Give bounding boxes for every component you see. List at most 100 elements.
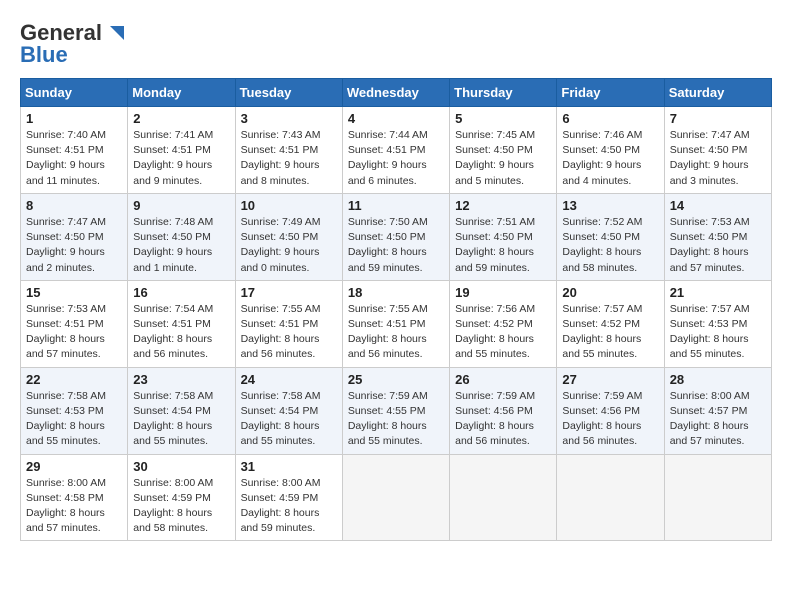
calendar-cell: 19 Sunrise: 7:56 AMSunset: 4:52 PMDaylig…: [450, 280, 557, 367]
day-number: 15: [26, 285, 122, 300]
calendar-cell: 22 Sunrise: 7:58 AMSunset: 4:53 PMDaylig…: [21, 367, 128, 454]
calendar-cell: 8 Sunrise: 7:47 AMSunset: 4:50 PMDayligh…: [21, 193, 128, 280]
day-info: Sunrise: 7:55 AMSunset: 4:51 PMDaylight:…: [241, 303, 321, 361]
calendar-cell: [450, 454, 557, 541]
day-number: 30: [133, 459, 229, 474]
day-number: 4: [348, 111, 444, 126]
calendar-cell: 3 Sunrise: 7:43 AMSunset: 4:51 PMDayligh…: [235, 107, 342, 194]
weekday-header-tuesday: Tuesday: [235, 79, 342, 107]
calendar-week-2: 8 Sunrise: 7:47 AMSunset: 4:50 PMDayligh…: [21, 193, 772, 280]
day-number: 3: [241, 111, 337, 126]
day-info: Sunrise: 7:54 AMSunset: 4:51 PMDaylight:…: [133, 303, 213, 361]
calendar-body: 1 Sunrise: 7:40 AMSunset: 4:51 PMDayligh…: [21, 107, 772, 541]
day-info: Sunrise: 7:59 AMSunset: 4:56 PMDaylight:…: [455, 390, 535, 448]
day-info: Sunrise: 7:49 AMSunset: 4:50 PMDaylight:…: [241, 216, 321, 274]
day-info: Sunrise: 7:51 AMSunset: 4:50 PMDaylight:…: [455, 216, 535, 274]
day-info: Sunrise: 7:58 AMSunset: 4:53 PMDaylight:…: [26, 390, 106, 448]
calendar-cell: 23 Sunrise: 7:58 AMSunset: 4:54 PMDaylig…: [128, 367, 235, 454]
day-info: Sunrise: 7:41 AMSunset: 4:51 PMDaylight:…: [133, 129, 213, 187]
calendar-cell: 12 Sunrise: 7:51 AMSunset: 4:50 PMDaylig…: [450, 193, 557, 280]
weekday-header-thursday: Thursday: [450, 79, 557, 107]
calendar-cell: [342, 454, 449, 541]
day-number: 10: [241, 198, 337, 213]
weekday-header-wednesday: Wednesday: [342, 79, 449, 107]
day-number: 5: [455, 111, 551, 126]
calendar-cell: 21 Sunrise: 7:57 AMSunset: 4:53 PMDaylig…: [664, 280, 771, 367]
day-info: Sunrise: 7:58 AMSunset: 4:54 PMDaylight:…: [133, 390, 213, 448]
day-info: Sunrise: 8:00 AMSunset: 4:57 PMDaylight:…: [670, 390, 750, 448]
day-info: Sunrise: 8:00 AMSunset: 4:58 PMDaylight:…: [26, 477, 106, 535]
day-info: Sunrise: 7:50 AMSunset: 4:50 PMDaylight:…: [348, 216, 428, 274]
calendar-cell: 7 Sunrise: 7:47 AMSunset: 4:50 PMDayligh…: [664, 107, 771, 194]
calendar-cell: [664, 454, 771, 541]
day-info: Sunrise: 7:53 AMSunset: 4:51 PMDaylight:…: [26, 303, 106, 361]
calendar-cell: 13 Sunrise: 7:52 AMSunset: 4:50 PMDaylig…: [557, 193, 664, 280]
day-number: 22: [26, 372, 122, 387]
calendar-cell: 20 Sunrise: 7:57 AMSunset: 4:52 PMDaylig…: [557, 280, 664, 367]
calendar-cell: 10 Sunrise: 7:49 AMSunset: 4:50 PMDaylig…: [235, 193, 342, 280]
day-number: 24: [241, 372, 337, 387]
day-number: 18: [348, 285, 444, 300]
day-number: 19: [455, 285, 551, 300]
page-header: General Blue: [20, 20, 772, 68]
day-number: 27: [562, 372, 658, 387]
day-number: 23: [133, 372, 229, 387]
calendar-week-3: 15 Sunrise: 7:53 AMSunset: 4:51 PMDaylig…: [21, 280, 772, 367]
day-number: 11: [348, 198, 444, 213]
calendar-week-5: 29 Sunrise: 8:00 AMSunset: 4:58 PMDaylig…: [21, 454, 772, 541]
calendar-cell: 2 Sunrise: 7:41 AMSunset: 4:51 PMDayligh…: [128, 107, 235, 194]
day-number: 31: [241, 459, 337, 474]
calendar-cell: 30 Sunrise: 8:00 AMSunset: 4:59 PMDaylig…: [128, 454, 235, 541]
logo-blue: Blue: [20, 42, 68, 68]
day-number: 17: [241, 285, 337, 300]
day-number: 13: [562, 198, 658, 213]
day-number: 14: [670, 198, 766, 213]
calendar-cell: 27 Sunrise: 7:59 AMSunset: 4:56 PMDaylig…: [557, 367, 664, 454]
calendar-cell: 18 Sunrise: 7:55 AMSunset: 4:51 PMDaylig…: [342, 280, 449, 367]
calendar-table: SundayMondayTuesdayWednesdayThursdayFrid…: [20, 78, 772, 541]
day-number: 28: [670, 372, 766, 387]
day-info: Sunrise: 7:59 AMSunset: 4:55 PMDaylight:…: [348, 390, 428, 448]
day-info: Sunrise: 7:48 AMSunset: 4:50 PMDaylight:…: [133, 216, 213, 274]
calendar-cell: 28 Sunrise: 8:00 AMSunset: 4:57 PMDaylig…: [664, 367, 771, 454]
day-number: 7: [670, 111, 766, 126]
calendar-cell: 16 Sunrise: 7:54 AMSunset: 4:51 PMDaylig…: [128, 280, 235, 367]
day-info: Sunrise: 7:45 AMSunset: 4:50 PMDaylight:…: [455, 129, 535, 187]
calendar-week-4: 22 Sunrise: 7:58 AMSunset: 4:53 PMDaylig…: [21, 367, 772, 454]
day-info: Sunrise: 7:55 AMSunset: 4:51 PMDaylight:…: [348, 303, 428, 361]
calendar-header-row: SundayMondayTuesdayWednesdayThursdayFrid…: [21, 79, 772, 107]
logo-icon: [104, 22, 126, 44]
logo: General Blue: [20, 20, 126, 68]
day-info: Sunrise: 7:52 AMSunset: 4:50 PMDaylight:…: [562, 216, 642, 274]
calendar-cell: 1 Sunrise: 7:40 AMSunset: 4:51 PMDayligh…: [21, 107, 128, 194]
calendar-cell: 25 Sunrise: 7:59 AMSunset: 4:55 PMDaylig…: [342, 367, 449, 454]
day-number: 21: [670, 285, 766, 300]
day-info: Sunrise: 7:47 AMSunset: 4:50 PMDaylight:…: [26, 216, 106, 274]
calendar-cell: 11 Sunrise: 7:50 AMSunset: 4:50 PMDaylig…: [342, 193, 449, 280]
day-number: 12: [455, 198, 551, 213]
day-info: Sunrise: 7:56 AMSunset: 4:52 PMDaylight:…: [455, 303, 535, 361]
calendar-cell: 14 Sunrise: 7:53 AMSunset: 4:50 PMDaylig…: [664, 193, 771, 280]
day-number: 20: [562, 285, 658, 300]
weekday-header-monday: Monday: [128, 79, 235, 107]
weekday-header-saturday: Saturday: [664, 79, 771, 107]
day-info: Sunrise: 7:46 AMSunset: 4:50 PMDaylight:…: [562, 129, 642, 187]
day-info: Sunrise: 7:57 AMSunset: 4:52 PMDaylight:…: [562, 303, 642, 361]
calendar-cell: 5 Sunrise: 7:45 AMSunset: 4:50 PMDayligh…: [450, 107, 557, 194]
day-info: Sunrise: 7:59 AMSunset: 4:56 PMDaylight:…: [562, 390, 642, 448]
day-info: Sunrise: 7:40 AMSunset: 4:51 PMDaylight:…: [26, 129, 106, 187]
day-info: Sunrise: 7:57 AMSunset: 4:53 PMDaylight:…: [670, 303, 750, 361]
calendar-cell: 26 Sunrise: 7:59 AMSunset: 4:56 PMDaylig…: [450, 367, 557, 454]
day-number: 6: [562, 111, 658, 126]
day-number: 1: [26, 111, 122, 126]
calendar-cell: 17 Sunrise: 7:55 AMSunset: 4:51 PMDaylig…: [235, 280, 342, 367]
day-number: 2: [133, 111, 229, 126]
calendar-cell: 24 Sunrise: 7:58 AMSunset: 4:54 PMDaylig…: [235, 367, 342, 454]
weekday-header-sunday: Sunday: [21, 79, 128, 107]
calendar-week-1: 1 Sunrise: 7:40 AMSunset: 4:51 PMDayligh…: [21, 107, 772, 194]
calendar-cell: 6 Sunrise: 7:46 AMSunset: 4:50 PMDayligh…: [557, 107, 664, 194]
calendar-cell: 31 Sunrise: 8:00 AMSunset: 4:59 PMDaylig…: [235, 454, 342, 541]
day-info: Sunrise: 8:00 AMSunset: 4:59 PMDaylight:…: [241, 477, 321, 535]
day-info: Sunrise: 7:43 AMSunset: 4:51 PMDaylight:…: [241, 129, 321, 187]
calendar-cell: 15 Sunrise: 7:53 AMSunset: 4:51 PMDaylig…: [21, 280, 128, 367]
